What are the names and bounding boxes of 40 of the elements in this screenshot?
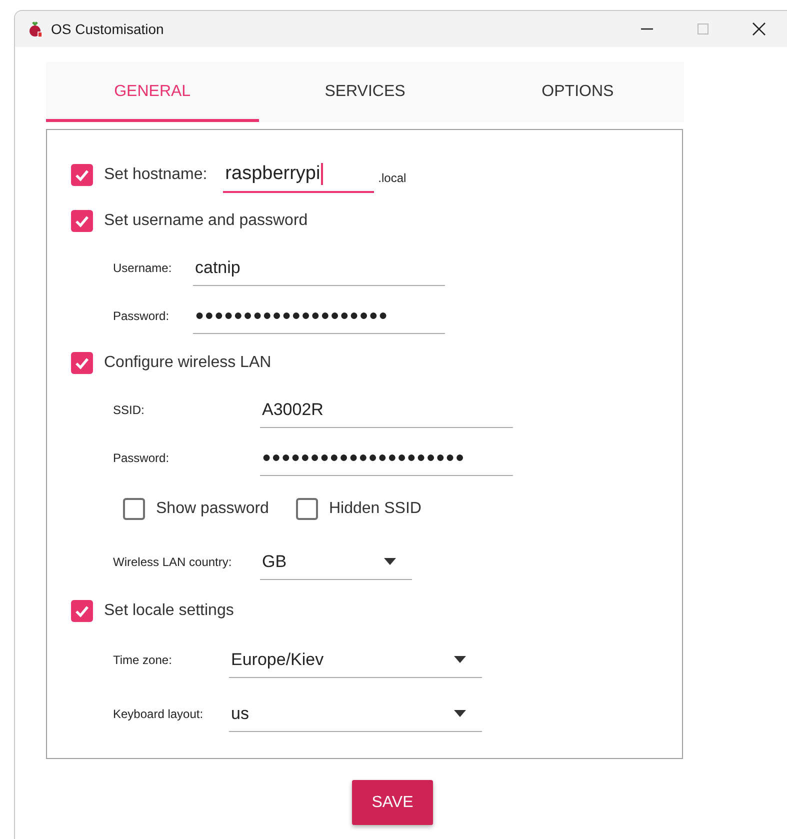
field-label: Password:	[113, 451, 170, 465]
tab[interactable]: GENERAL	[46, 62, 259, 122]
maximize-icon	[696, 22, 710, 36]
close-icon	[752, 22, 766, 36]
text-field[interactable]: raspberrypi	[223, 157, 374, 193]
checkbox-label: Set username and password	[104, 212, 308, 230]
field-label: Time zone:	[113, 653, 173, 667]
password-field[interactable]: ●●●●●●●●●●●●●●●●●●●●	[193, 298, 445, 334]
checkbox-label: Hidden SSID	[328, 500, 422, 518]
dropdown[interactable]: Europe/Kiev	[229, 642, 482, 678]
dropdown[interactable]: GB	[260, 544, 412, 580]
domain-suffix: .local	[378, 171, 406, 185]
checkbox-label: Set locale settings	[104, 602, 234, 620]
caret-icon	[454, 656, 466, 663]
checkbox[interactable]	[296, 498, 318, 520]
checkbox-label: Set hostname:	[104, 166, 208, 184]
caret-icon	[384, 558, 396, 565]
checkbox-label: Show password	[156, 500, 269, 518]
field-label: Keyboard layout:	[113, 707, 204, 721]
checkbox[interactable]	[123, 498, 145, 520]
caret-icon	[454, 710, 466, 717]
save-button[interactable]: SAVE	[352, 780, 433, 825]
dropdown[interactable]: us	[229, 696, 482, 732]
text-field[interactable]: catnip	[193, 250, 445, 286]
password-field[interactable]: ●●●●●●●●●●●●●●●●●●●●●	[260, 440, 513, 476]
text-field[interactable]: A3002R	[260, 392, 513, 428]
field-label: Password:	[113, 309, 170, 323]
checkbox[interactable]	[71, 164, 93, 186]
minimize-icon	[641, 28, 653, 30]
checkbox[interactable]	[71, 600, 93, 622]
checkbox-label: Configure wireless LAN	[104, 354, 272, 372]
berry-icon	[27, 20, 43, 38]
field-label: SSID:	[113, 403, 146, 417]
checkbox[interactable]	[71, 352, 93, 374]
field-label: Username:	[113, 261, 173, 275]
tab[interactable]: OPTIONS	[471, 62, 684, 122]
tab[interactable]: SERVICES	[258, 62, 472, 122]
field-label: Wireless LAN country:	[113, 555, 233, 569]
window-title: OS Customisation	[51, 21, 165, 37]
checkbox[interactable]	[71, 210, 93, 232]
